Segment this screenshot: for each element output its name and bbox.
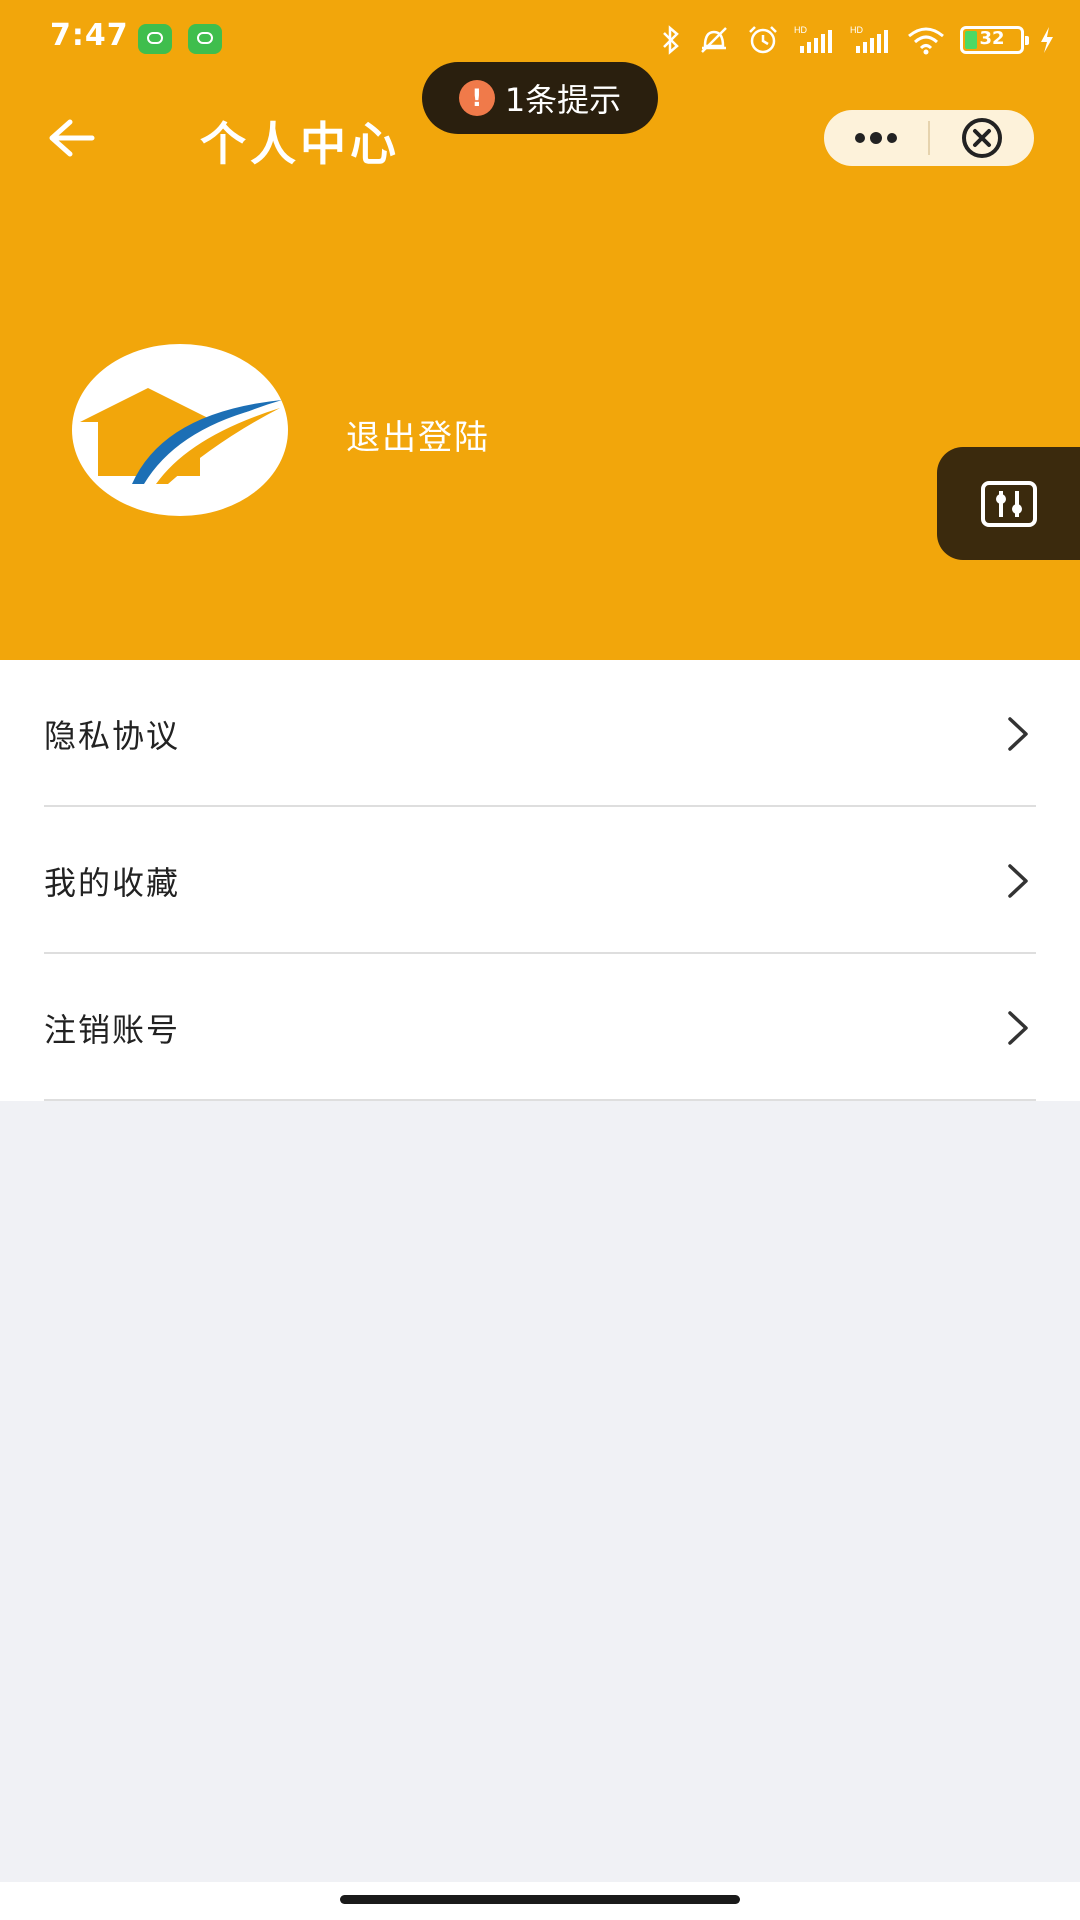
chevron-right-icon [1008, 716, 1028, 751]
menu-item-label: 隐私协议 [44, 716, 181, 755]
svg-text:HD: HD [850, 25, 863, 35]
app-notification-icon [138, 24, 172, 54]
bluetooth-icon [663, 25, 679, 55]
menu-list: 隐私协议 我的收藏 注销账号 [0, 660, 1080, 1101]
battery-percent: 32 [979, 28, 1005, 49]
toast-text: 1条提示 [504, 81, 622, 119]
menu-item-favorites[interactable]: 我的收藏 [0, 807, 1080, 954]
house-logo-icon [80, 388, 282, 484]
warning-icon: ! [458, 80, 495, 116]
battery-icon: 32 [960, 26, 1029, 54]
chevron-right-icon [1008, 863, 1028, 898]
alarm-icon [749, 26, 777, 54]
home-indicator[interactable] [340, 1895, 740, 1904]
hint-toast[interactable]: ! 1条提示 [422, 62, 658, 134]
close-button[interactable] [930, 110, 1034, 166]
menu-item-delete-account[interactable]: 注销账号 [0, 954, 1080, 1101]
back-button[interactable] [48, 110, 108, 166]
app-notification-icon [188, 24, 222, 54]
signal-hd-icon: HD [794, 25, 832, 53]
mini-program-capsule [824, 110, 1034, 166]
charging-icon [1041, 27, 1053, 53]
chevron-right-icon [1008, 1010, 1028, 1045]
svg-text:HD: HD [794, 25, 807, 35]
status-time: 7:47 [50, 18, 129, 53]
divider [44, 1099, 1036, 1101]
more-dots-icon [855, 132, 897, 144]
mute-icon [701, 27, 727, 53]
wifi-icon [908, 27, 944, 55]
menu-item-privacy[interactable]: 隐私协议 [0, 660, 1080, 807]
close-circle-icon [962, 118, 1002, 158]
back-arrow-icon [49, 119, 95, 157]
page-title: 个人中心 [200, 117, 400, 171]
floating-tool-button[interactable] [937, 447, 1080, 560]
logout-link[interactable]: 退出登陆 [346, 410, 490, 459]
status-icons: HD HD 32 [660, 18, 1056, 62]
menu-item-label: 我的收藏 [44, 863, 181, 902]
avatar[interactable] [72, 344, 288, 516]
menu-item-label: 注销账号 [44, 1010, 181, 1049]
signal-hd-icon: HD [850, 25, 888, 53]
more-button[interactable] [824, 110, 928, 166]
sliders-icon [980, 480, 1037, 527]
